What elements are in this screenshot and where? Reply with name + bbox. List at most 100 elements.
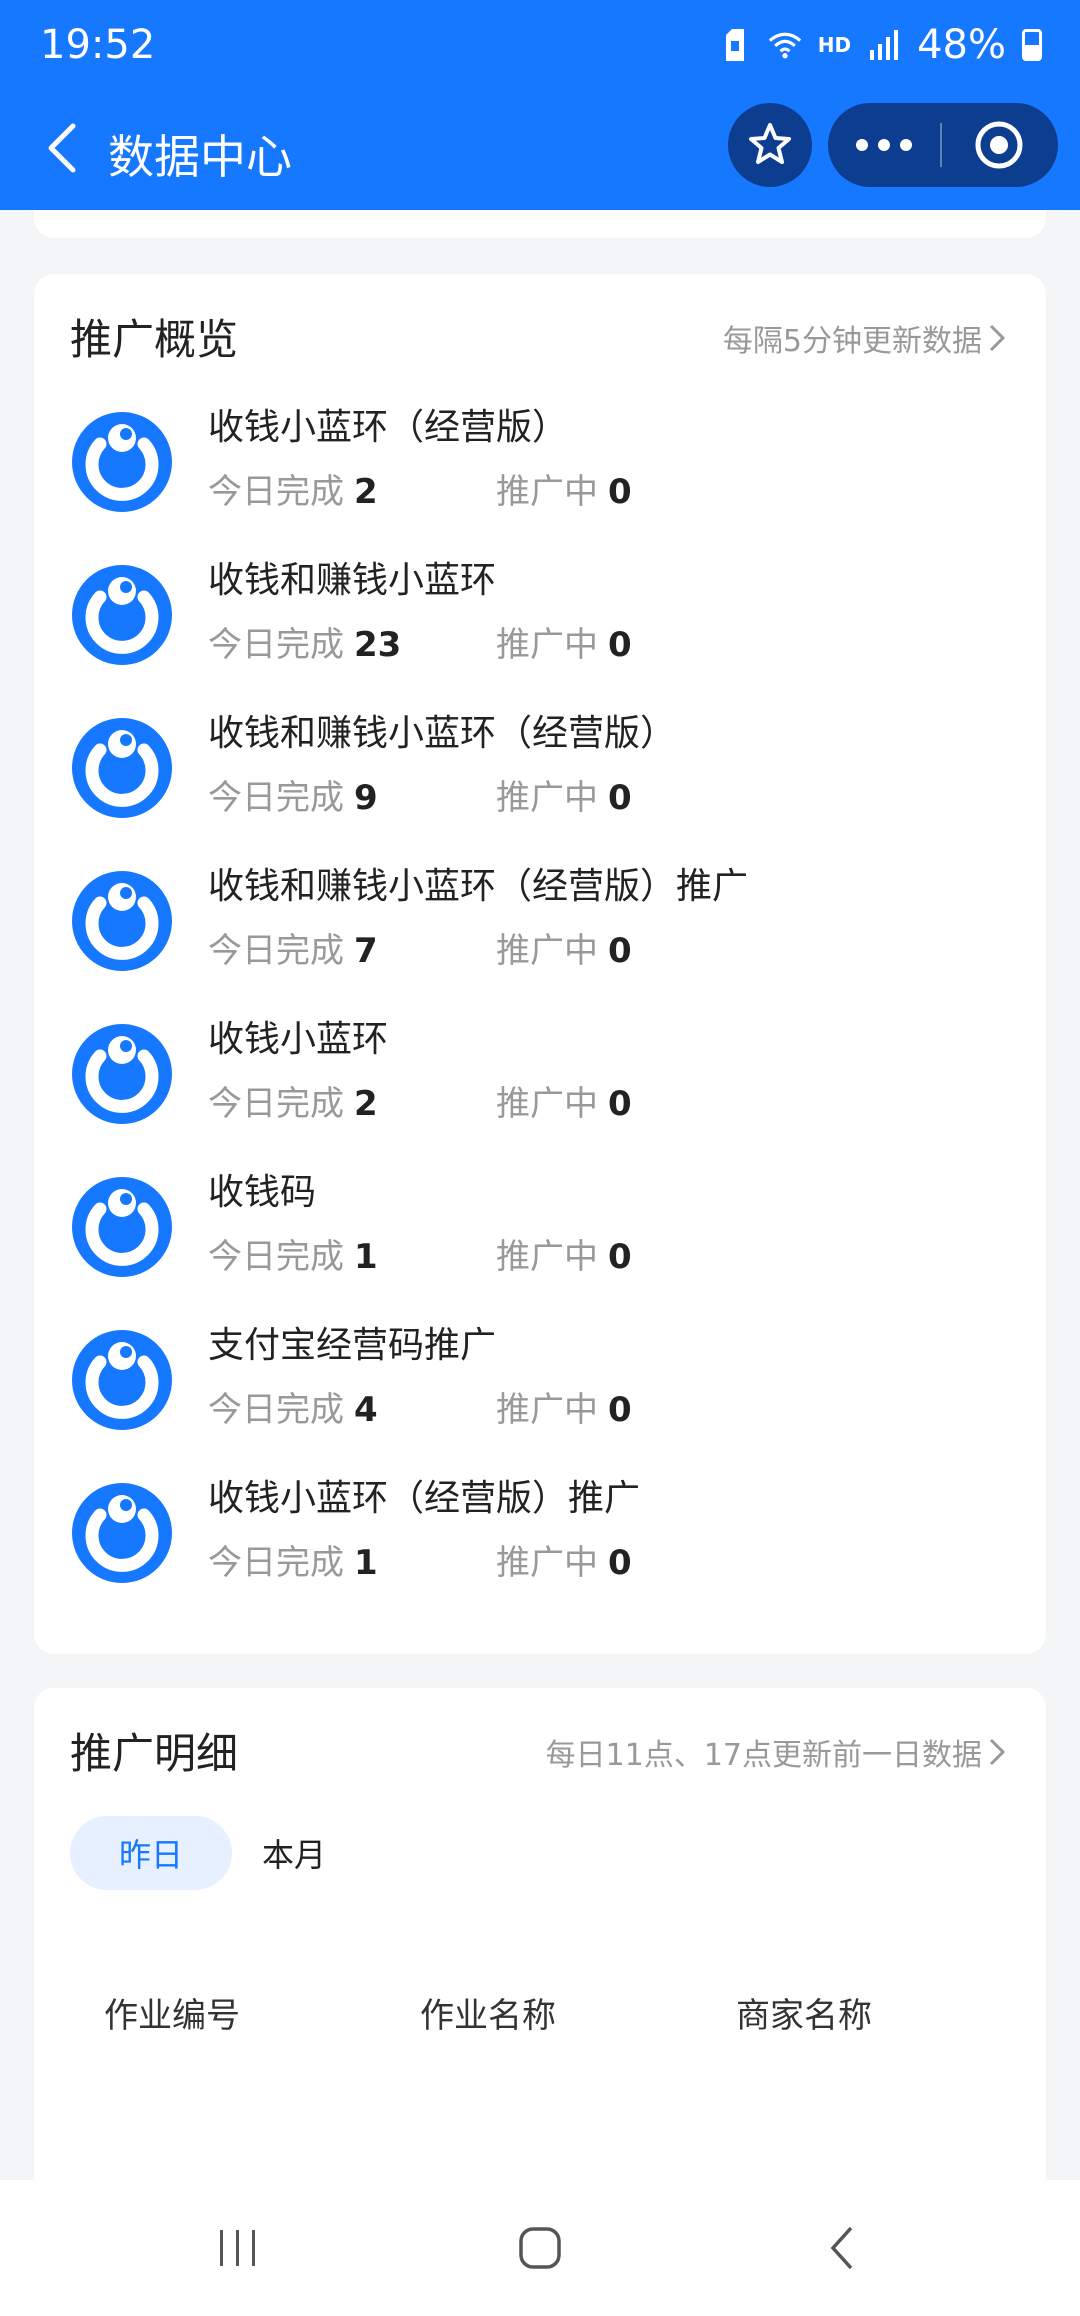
previous-card-bottom <box>34 210 1046 238</box>
detail-update-hint[interactable]: 每日11点、17点更新前一日数据 <box>546 1730 1006 1774</box>
more-dot-icon <box>856 139 868 151</box>
promoting: 推广中 0 <box>496 1382 632 1431</box>
blue-ring-logo-icon <box>70 563 174 667</box>
chevron-right-icon <box>989 324 1006 352</box>
nav-bar: 数据中心 <box>0 95 1080 210</box>
close-button[interactable] <box>942 103 1056 187</box>
item-stats: 今日完成 1 推广中 0 <box>208 1535 632 1584</box>
sim-icon <box>718 28 752 62</box>
system-back-button[interactable] <box>802 2216 882 2280</box>
column-job-name: 作业名称 <box>420 1996 556 2036</box>
promoting-value: 0 <box>608 931 632 971</box>
done-today-value: 2 <box>354 1084 378 1124</box>
item-stats: 今日完成 7 推广中 0 <box>208 923 632 972</box>
item-stats: 今日完成 4 推广中 0 <box>208 1382 632 1431</box>
item-name: 收钱码 <box>208 1172 317 1213</box>
overview-list-item[interactable]: 收钱和赚钱小蓝环（经营版） 今日完成 9 推广中 0 <box>34 704 1046 856</box>
blue-ring-logo-icon <box>70 1328 174 1432</box>
status-time: 19:52 <box>40 22 156 68</box>
overview-hint-text: 每隔5分钟更新数据 <box>722 324 982 359</box>
overview-list-item[interactable]: 收钱和赚钱小蓝环今日完成 23 推广中 0 <box>34 551 1046 703</box>
blue-ring-logo-icon <box>70 1175 174 1279</box>
signal-icon <box>867 28 901 62</box>
back-arrow-icon <box>830 2226 853 2270</box>
overview-list-item[interactable]: 收钱码今日完成 1 推广中 0 <box>34 1163 1046 1315</box>
period-tabs: 昨日 本月 <box>70 1816 326 1890</box>
promoting-value: 0 <box>608 1084 632 1124</box>
promoting: 推广中 0 <box>496 1229 632 1278</box>
mini-program-capsule <box>828 103 1058 187</box>
done-today-label: 今日完成 <box>208 472 344 512</box>
favorite-button[interactable] <box>728 103 812 187</box>
item-stats: 今日完成 2 推广中 0 <box>208 1076 632 1125</box>
detail-title: 推广明细 <box>70 1729 239 1778</box>
promoting-value: 0 <box>608 1390 632 1430</box>
item-stats: 今日完成 9 推广中 0 <box>208 770 632 819</box>
detail-hint-text: 每日11点、17点更新前一日数据 <box>545 1738 982 1773</box>
promoting-value: 0 <box>608 625 632 665</box>
done-today-value: 1 <box>354 1543 378 1583</box>
done-today-value: 7 <box>354 931 378 971</box>
target-close-icon <box>975 121 1023 169</box>
overview-update-hint[interactable]: 每隔5分钟更新数据 <box>723 316 1006 360</box>
overview-list-item[interactable]: 收钱小蓝环（经营版） 今日完成 2 推广中 0 <box>34 398 1046 550</box>
item-name: 收钱和赚钱小蓝环 <box>208 560 497 601</box>
column-merchant-name: 商家名称 <box>736 1996 872 2036</box>
item-name: 收钱小蓝环（经营版） <box>208 407 569 448</box>
promoting-label: 推广中 <box>496 1543 598 1583</box>
item-name: 收钱和赚钱小蓝环（经营版）推广 <box>208 866 749 907</box>
blue-ring-logo-icon <box>70 1022 174 1126</box>
more-dot-icon <box>900 139 912 151</box>
status-icons: HD 48% <box>718 22 1042 68</box>
promoting-label: 推广中 <box>496 1084 598 1124</box>
battery-percent: 48% <box>917 22 1006 68</box>
overview-list-item[interactable]: 支付宝经营码推广 今日完成 4 推广中 0 <box>34 1316 1046 1468</box>
item-name: 收钱小蓝环 <box>208 1019 389 1060</box>
home-button[interactable] <box>500 2216 580 2280</box>
recent-apps-icon <box>220 2230 255 2266</box>
promoting: 推广中 0 <box>496 1076 632 1125</box>
done-today-value: 1 <box>354 1237 378 1277</box>
done-today-label: 今日完成 <box>208 931 344 971</box>
done-today-label: 今日完成 <box>208 625 344 665</box>
tab-this-month[interactable]: 本月 <box>262 1830 326 1876</box>
overview-title: 推广概览 <box>70 315 239 364</box>
status-bar: 19:52 HD 48% <box>0 0 1080 95</box>
app-header: 19:52 HD 48% 数据中心 <box>0 0 1080 210</box>
blue-ring-logo-icon <box>70 716 174 820</box>
promoting-value: 0 <box>608 1543 632 1583</box>
promoting-label: 推广中 <box>496 931 598 971</box>
back-button[interactable] <box>32 113 92 183</box>
item-name: 收钱小蓝环（经营版）推广 <box>208 1478 641 1519</box>
promoting-label: 推广中 <box>496 778 598 818</box>
done-today: 今日完成 9 <box>208 770 496 819</box>
done-today-label: 今日完成 <box>208 1390 344 1430</box>
promoting: 推广中 0 <box>496 1535 632 1584</box>
promoting-label: 推广中 <box>496 472 598 512</box>
done-today: 今日完成 23 <box>208 617 496 666</box>
detail-card: 推广明细 每日11点、17点更新前一日数据 昨日 本月 作业编号 作业名称 商家… <box>34 1688 1046 2208</box>
done-today: 今日完成 2 <box>208 1076 496 1125</box>
done-today-label: 今日完成 <box>208 778 344 818</box>
item-name: 收钱和赚钱小蓝环（经营版） <box>208 713 677 754</box>
done-today-label: 今日完成 <box>208 1237 344 1277</box>
system-nav-bar <box>0 2180 1080 2316</box>
done-today-value: 4 <box>354 1390 378 1430</box>
star-icon <box>749 123 791 164</box>
promoting-label: 推广中 <box>496 1390 598 1430</box>
overview-list-item[interactable]: 收钱小蓝环（经营版）推广 今日完成 1 推广中 0 <box>34 1469 1046 1621</box>
promoting: 推广中 0 <box>496 617 632 666</box>
blue-ring-logo-icon <box>70 1481 174 1585</box>
battery-icon <box>1022 29 1042 61</box>
column-job-id: 作业编号 <box>104 1996 240 2036</box>
promoting: 推广中 0 <box>496 770 632 819</box>
overview-list-item[interactable]: 收钱小蓝环今日完成 2 推广中 0 <box>34 1010 1046 1162</box>
item-stats: 今日完成 2 推广中 0 <box>208 464 632 513</box>
done-today-value: 9 <box>354 778 378 818</box>
overview-list-item[interactable]: 收钱和赚钱小蓝环（经营版）推广 今日完成 7 推广中 0 <box>34 857 1046 1009</box>
overview-card: 推广概览 每隔5分钟更新数据 收钱小蓝环（经营版） 今日完成 2 推广中 0 收钱和赚钱小… <box>34 274 1046 1654</box>
more-button[interactable] <box>828 103 940 187</box>
done-today-label: 今日完成 <box>208 1543 344 1583</box>
tab-yesterday[interactable]: 昨日 <box>70 1816 232 1890</box>
recent-apps-button[interactable] <box>198 2216 278 2280</box>
